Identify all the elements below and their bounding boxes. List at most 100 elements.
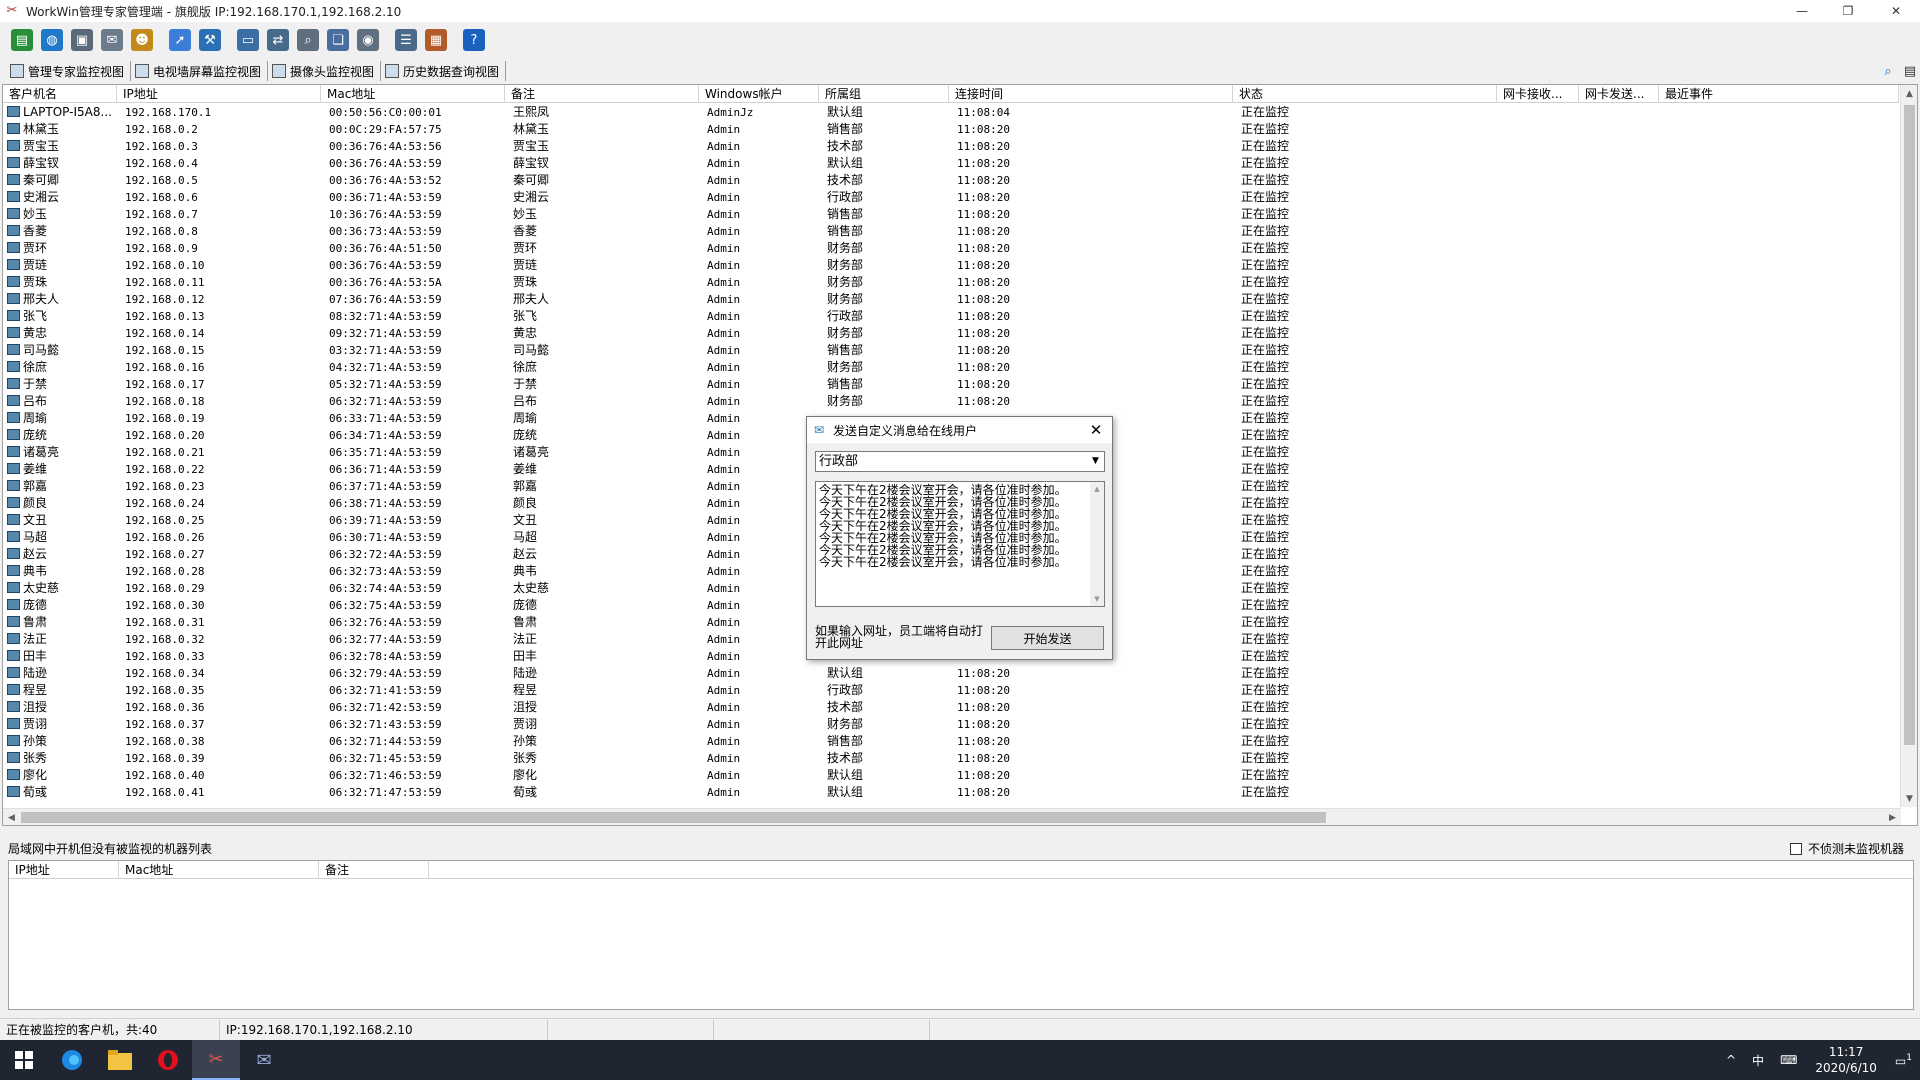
scroll-up-icon[interactable]: ▲ (1901, 85, 1917, 102)
table-row[interactable]: 徐庶 192.168.0.16 04:32:71:4A:53:59 徐庶 Admin 财务… (3, 359, 1899, 376)
table-row[interactable]: 贾珠 192.168.0.11 00:36:76:4A:53:5A 贾珠 Admin 财务… (3, 274, 1899, 291)
toolbar-button-15[interactable]: ☰ (392, 26, 420, 54)
no-detect-checkbox[interactable]: 不侦测未监视机器 (1789, 840, 1904, 857)
table-row[interactable]: 荀彧 192.168.0.41 06:32:71:47:53:59 荀彧 Admin 默认… (3, 784, 1899, 801)
search-icon[interactable]: ⌕ (1878, 61, 1898, 81)
table-row[interactable]: 香菱 192.168.0.8 00:36:73:4A:53:59 香菱 Admin 销售部… (3, 223, 1899, 240)
tab-0[interactable]: 管理专家监控视图 (6, 61, 132, 81)
table-row[interactable]: 贾宝玉 192.168.0.3 00:36:76:4A:53:56 贾宝玉 Admin 技… (3, 138, 1899, 155)
column-header-mac[interactable]: Mac地址 (119, 861, 319, 879)
table-row[interactable]: 廖化 192.168.0.40 06:32:71:46:53:59 廖化 Admin 默认… (3, 767, 1899, 784)
table-row[interactable]: 贾诩 192.168.0.37 06:32:71:43:53:59 贾诩 Admin 财务… (3, 716, 1899, 733)
toolbar-button-7[interactable]: ⚒ (196, 26, 224, 54)
group-select[interactable]: 行政部 ▼ (815, 451, 1105, 472)
start-button[interactable] (0, 1040, 48, 1080)
close-window-button[interactable]: ✕ (1874, 0, 1918, 22)
tab-3[interactable]: 历史数据查询视图 (381, 61, 507, 81)
table-row[interactable]: 吕布 192.168.0.18 06:32:71:4A:53:59 吕布 Admin 财务… (3, 393, 1899, 410)
column-header-note[interactable]: 备注 (319, 861, 429, 879)
table-row[interactable]: 程昱 192.168.0.35 06:32:71:41:53:59 程昱 Admin 行政… (3, 682, 1899, 699)
column-header-client-name[interactable]: 客户机名 (3, 85, 117, 103)
column-header-ip[interactable]: IP地址 (9, 861, 119, 879)
toolbar-button-11[interactable]: ⌕ (294, 26, 322, 54)
cell-nic-send (1579, 495, 1659, 512)
dialog-close-button[interactable]: ✕ (1086, 420, 1106, 440)
file-explorer-icon[interactable] (96, 1040, 144, 1080)
table-row[interactable]: 孙策 192.168.0.38 06:32:71:44:53:59 孙策 Admin 销售… (3, 733, 1899, 750)
start-send-button[interactable]: 开始发送 (991, 626, 1104, 650)
textarea-scroll-up-icon[interactable]: ▲ (1090, 482, 1104, 496)
tray-chevron-icon[interactable]: ^ (1726, 1053, 1736, 1067)
horizontal-scrollbar[interactable]: ◀ ▶ (3, 808, 1901, 825)
table-row[interactable]: 贾环 192.168.0.9 00:36:76:4A:51:50 贾环 Admin 财务部… (3, 240, 1899, 257)
column-header-group[interactable]: 所属组 (819, 85, 949, 103)
layout-toggle-icon[interactable]: ▤ (1900, 61, 1920, 81)
scroll-left-icon[interactable]: ◀ (3, 809, 20, 825)
message-textarea[interactable]: 今天下午在2楼会议室开会，请各位准时参加。 今天下午在2楼会议室开会，请各位准时参… (815, 481, 1105, 607)
table-row[interactable]: 林黛玉 192.168.0.2 00:0C:29:FA:57:75 林黛玉 Admin 销… (3, 121, 1899, 138)
vertical-scrollbar[interactable]: ▲ ▼ (1900, 85, 1917, 807)
table-row[interactable]: 妙玉 192.168.0.7 10:36:76:4A:53:59 妙玉 Admin 销售部… (3, 206, 1899, 223)
textarea-scrollbar[interactable]: ▲ ▼ (1090, 482, 1104, 606)
workwin-dialog-taskbar-icon[interactable]: ✉ (240, 1040, 288, 1080)
cell-text: 00:0C:29:FA:57:75 (329, 123, 442, 136)
table-row[interactable]: LAPTOP-I5A8... 192.168.170.1 00:50:56:C0:0… (3, 104, 1899, 121)
toolbar-button-13[interactable]: ◉ (354, 26, 382, 54)
clock[interactable]: 11:17 2020/6/10 (1815, 1044, 1877, 1076)
scroll-down-icon[interactable]: ▼ (1901, 790, 1917, 807)
tab-1[interactable]: 电视墙屏幕监控视图 (131, 61, 269, 81)
toolbar-button-16[interactable]: ▦ (422, 26, 450, 54)
checkbox-box[interactable] (1789, 842, 1802, 855)
toolbar-button-4[interactable]: ☻ (128, 26, 156, 54)
toolbar-button-18[interactable]: ? (460, 26, 488, 54)
minimize-button[interactable]: — (1780, 0, 1824, 22)
table-row[interactable]: 沮授 192.168.0.36 06:32:71:42:53:59 沮授 Admin 技术… (3, 699, 1899, 716)
cell-ip: 192.168.0.29 (117, 580, 321, 597)
column-header-connect-time[interactable]: 连接时间 (949, 85, 1233, 103)
table-row[interactable]: 陆逊 192.168.0.34 06:32:79:4A:53:59 陆逊 Admin 默认… (3, 665, 1899, 682)
toolbar-button-3[interactable]: ✉ (98, 26, 126, 54)
column-header-nic-recv[interactable]: 网卡接收... (1497, 85, 1579, 103)
cell-windows-account: Admin (699, 631, 819, 648)
computer-icon (7, 650, 20, 661)
toolbar-button-6[interactable]: ➚ (166, 26, 194, 54)
column-header-recent-event[interactable]: 最近事件 (1659, 85, 1899, 103)
table-row[interactable]: 薛宝钗 192.168.0.4 00:36:76:4A:53:59 薛宝钗 Admin 默… (3, 155, 1899, 172)
table-row[interactable]: 邢夫人 192.168.0.12 07:36:76:4A:53:59 邢夫人 Admin… (3, 291, 1899, 308)
toolbar-button-10[interactable]: ⇄ (264, 26, 292, 54)
column-header-note[interactable]: 备注 (505, 85, 699, 103)
chevron-down-icon[interactable]: ▼ (1087, 452, 1104, 471)
cell-note: 太史慈 (505, 580, 699, 597)
column-header-status[interactable]: 状态 (1233, 85, 1497, 103)
notification-icon[interactable]: ▭1 (1895, 1053, 1912, 1068)
column-header-mac[interactable]: Mac地址 (321, 85, 505, 103)
column-header-windows-account[interactable]: Windows帐户 (699, 85, 819, 103)
ime-indicator[interactable]: 中 (1752, 1052, 1764, 1069)
table-row[interactable]: 秦可卿 192.168.0.5 00:36:76:4A:53:52 秦可卿 Admin 技… (3, 172, 1899, 189)
toolbar-button-12[interactable]: ❏ (324, 26, 352, 54)
toolbar-button-2[interactable]: ▣ (68, 26, 96, 54)
horizontal-scroll-thumb[interactable] (21, 812, 1326, 823)
scroll-right-icon[interactable]: ▶ (1884, 809, 1901, 825)
workwin-taskbar-icon[interactable]: ✂ (192, 1040, 240, 1080)
table-row[interactable]: 张秀 192.168.0.39 06:32:71:45:53:59 张秀 Admin 技术… (3, 750, 1899, 767)
opera-browser-icon[interactable] (144, 1040, 192, 1080)
table-row[interactable]: 黄忠 192.168.0.14 09:32:71:4A:53:59 黄忠 Admin 财务… (3, 325, 1899, 342)
textarea-scroll-down-icon[interactable]: ▼ (1090, 592, 1104, 606)
keyboard-icon[interactable]: ⌨ (1780, 1053, 1797, 1067)
edge-browser-icon[interactable] (48, 1040, 96, 1080)
tab-2[interactable]: 摄像头监控视图 (268, 61, 382, 81)
restore-button[interactable]: ❐ (1826, 0, 1870, 22)
column-header-nic-send[interactable]: 网卡发送... (1579, 85, 1659, 103)
table-row[interactable]: 于禁 192.168.0.17 05:32:71:4A:53:59 于禁 Admin 销售… (3, 376, 1899, 393)
table-row[interactable]: 史湘云 192.168.0.6 00:36:71:4A:53:59 史湘云 Admin 行… (3, 189, 1899, 206)
toolbar-button-1[interactable]: ◍ (38, 26, 66, 54)
table-row[interactable]: 张飞 192.168.0.13 08:32:71:4A:53:59 张飞 Admin 行政… (3, 308, 1899, 325)
column-header-ip[interactable]: IP地址 (117, 85, 321, 103)
table-row[interactable]: 司马懿 192.168.0.15 03:32:71:4A:53:59 司马懿 Admin… (3, 342, 1899, 359)
toolbar-button-9[interactable]: ▭ (234, 26, 262, 54)
toolbar-button-0[interactable]: ▤ (8, 26, 36, 54)
cell-text: 正在监控 (1241, 139, 1290, 153)
vertical-scroll-thumb[interactable] (1904, 105, 1915, 745)
table-row[interactable]: 贾琏 192.168.0.10 00:36:76:4A:53:59 贾琏 Admin 财务… (3, 257, 1899, 274)
